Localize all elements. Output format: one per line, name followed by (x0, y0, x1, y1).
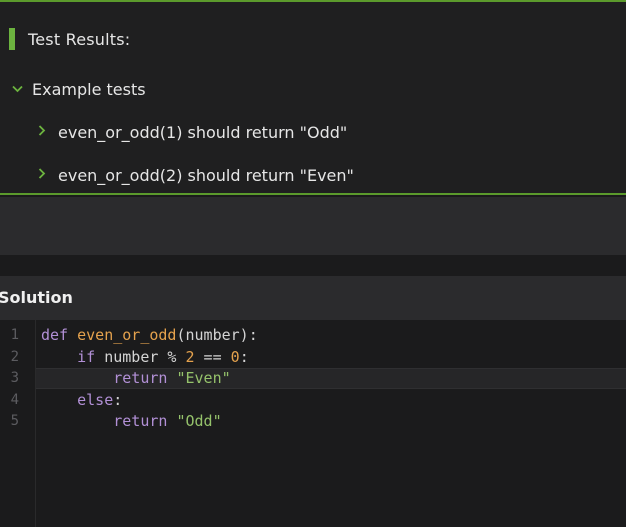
code-line-2[interactable]: if number % 2 == 0: (41, 347, 249, 369)
line-number: 4 (10, 391, 19, 408)
code-token: : (113, 390, 123, 409)
test-item-label: even_or_odd(2) should return "Even" (58, 165, 354, 185)
test-item-odd[interactable]: even_or_odd(1) should return "Odd" (38, 121, 347, 143)
line-number-gutter: 1 2 3 4 5 (0, 320, 36, 527)
panel-divider (0, 197, 626, 255)
keyword-token: return (113, 369, 168, 387)
panel-gap (0, 255, 626, 275)
code-line-3[interactable]: return "Even" (41, 368, 231, 390)
number-token: 0 (230, 347, 240, 366)
keyword-token: return (113, 412, 168, 430)
function-name-token: even_or_odd (77, 326, 177, 344)
code-line-5[interactable]: return "Odd" (41, 411, 222, 433)
chevron-down-icon (12, 82, 32, 97)
code-line-1[interactable]: def even_or_odd(number): (41, 325, 258, 347)
line-number: 1 (10, 327, 19, 343)
line-number: 2 (10, 348, 19, 365)
keyword-token: def (41, 326, 69, 344)
test-results-header: Test Results: (9, 27, 130, 51)
keyword-token: else (77, 390, 114, 409)
string-token: "Even" (176, 369, 231, 387)
test-item-label: even_or_odd(1) should return "Odd" (58, 122, 348, 142)
code-editor[interactable]: 1 2 3 4 5 def even_or_odd(number): if nu… (0, 320, 626, 527)
keyword-token: if (77, 347, 96, 366)
code-token: (number): (176, 326, 258, 344)
test-results-title: Test Results: (28, 29, 131, 49)
test-item-even[interactable]: even_or_odd(2) should return "Even" (38, 164, 354, 186)
chevron-right-icon (38, 124, 58, 140)
example-tests-group[interactable]: Example tests (12, 78, 146, 100)
line-number: 5 (10, 413, 19, 429)
code-token: number % (95, 347, 186, 366)
code-token: : (239, 347, 249, 366)
line-number: 3 (10, 370, 19, 386)
test-results-panel: Test Results: Example tests even_or_odd(… (0, 0, 626, 195)
solution-title: Solution (0, 288, 73, 307)
solution-header: Solution (0, 276, 626, 320)
string-token: "Odd" (176, 412, 222, 430)
code-line-4[interactable]: else: (41, 390, 122, 412)
number-token: 2 (185, 347, 195, 366)
code-token: == (194, 347, 231, 366)
passed-status-bar (9, 28, 15, 50)
example-tests-label: Example tests (32, 79, 146, 99)
chevron-right-icon (38, 167, 58, 183)
